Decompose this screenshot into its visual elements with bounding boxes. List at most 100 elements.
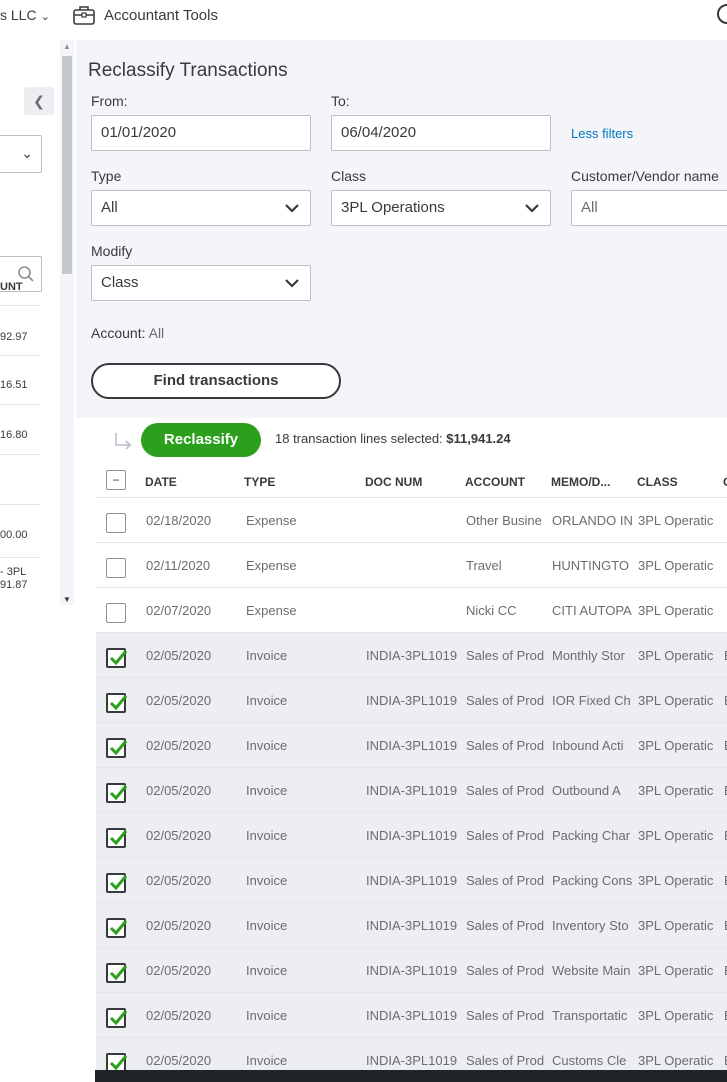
cell-doc: INDIA-3PL1019 <box>366 828 458 843</box>
table-row[interactable]: 02/07/2020 Expense Nicki CC CITI AUTOPA 3PL … <box>96 588 727 633</box>
row-checkbox[interactable] <box>106 693 128 713</box>
row-checkbox[interactable] <box>106 648 128 668</box>
cell-memo: Customs Cle <box>552 1053 627 1068</box>
table-row[interactable]: 02/05/2020 Invoice INDIA-3PL1019 Sales of P… <box>96 633 727 678</box>
cell-class: 3PL Operatic <box>638 783 714 798</box>
row-checkbox[interactable] <box>106 1008 128 1028</box>
column-account[interactable]: ACCOUNT <box>465 475 525 489</box>
row-checkbox[interactable] <box>106 918 128 938</box>
class-label: Class <box>331 168 367 184</box>
modify-select[interactable]: Class <box>91 265 311 301</box>
cell-memo: CITI AUTOPA <box>552 603 632 618</box>
column-class[interactable]: CLASS <box>637 475 678 489</box>
cell-doc: INDIA-3PL1019 <box>366 783 458 798</box>
left-scrollbar[interactable]: ▲ ▼ <box>60 40 74 605</box>
table-row[interactable]: 02/05/2020 Invoice INDIA-3PL1019 Sales of P… <box>96 903 727 948</box>
less-filters-link[interactable]: Less filters <box>571 126 633 141</box>
table-row[interactable]: 02/05/2020 Invoice INDIA-3PL1019 Sales of P… <box>96 813 727 858</box>
cell-type: Invoice <box>246 963 288 978</box>
collapse-button[interactable]: ❮ <box>24 87 54 115</box>
cell-account: Sales of Prod <box>466 1053 545 1068</box>
grid-toolbar: Reclassify 18 transaction lines selected… <box>76 418 727 462</box>
table-row[interactable]: 02/05/2020 Invoice INDIA-3PL1019 Sales of P… <box>96 948 727 993</box>
check-icon <box>109 740 128 756</box>
cell-account: Travel <box>466 558 502 573</box>
table-row[interactable]: 02/18/2020 Expense Other Busine ORLANDO IN 3… <box>96 498 727 543</box>
table-body: 02/18/2020 Expense Other Busine ORLANDO IN 3… <box>96 498 727 1082</box>
row-checkbox[interactable] <box>106 963 128 983</box>
left-row: 16.80 <box>0 404 40 454</box>
accountant-tools-button[interactable]: Accountant Tools <box>72 5 218 25</box>
cell-date: 02/05/2020 <box>146 693 212 708</box>
table-row[interactable]: 02/11/2020 Expense Travel HUNTINGTO 3PL Oper… <box>96 543 727 588</box>
help-icon[interactable] <box>717 4 727 24</box>
table-row[interactable]: 02/05/2020 Invoice INDIA-3PL1019 Sales of P… <box>96 858 727 903</box>
table-row[interactable]: 02/05/2020 Invoice INDIA-3PL1019 Sales of P… <box>96 723 727 768</box>
cell-doc: INDIA-3PL1019 <box>366 1053 458 1068</box>
bottom-bar <box>95 1070 727 1082</box>
chevron-down-icon <box>525 204 539 213</box>
row-checkbox[interactable] <box>106 828 128 848</box>
cell-account: Sales of Prod <box>466 918 545 933</box>
row-checkbox[interactable] <box>106 513 126 533</box>
customer-vendor-select[interactable]: All <box>571 190 727 226</box>
select-all-checkbox[interactable]: − <box>106 470 126 490</box>
table-row[interactable]: 02/05/2020 Invoice INDIA-3PL1019 Sales of P… <box>96 768 727 813</box>
find-transactions-button[interactable]: Find transactions <box>91 363 341 399</box>
check-icon <box>109 920 128 936</box>
table-row[interactable]: 02/05/2020 Invoice INDIA-3PL1019 Sales of P… <box>96 678 727 723</box>
cell-type: Invoice <box>246 828 288 843</box>
cell-class: 3PL Operatic <box>638 918 714 933</box>
from-date-field[interactable]: 01/01/2020 <box>91 115 311 151</box>
chevron-down-icon <box>285 279 299 288</box>
cell-memo: IOR Fixed Ch <box>552 693 631 708</box>
cell-memo: Inventory Sto <box>552 918 629 933</box>
column-doc-num[interactable]: DOC NUM <box>365 475 422 489</box>
cell-memo: ORLANDO IN <box>552 513 633 528</box>
cell-account: Sales of Prod <box>466 648 545 663</box>
check-icon <box>109 785 128 801</box>
cell-date: 02/05/2020 <box>146 963 212 978</box>
cell-account: Sales of Prod <box>466 783 545 798</box>
column-customer[interactable]: C <box>723 475 727 489</box>
row-checkbox[interactable] <box>106 558 126 578</box>
column-date[interactable]: DATE <box>145 475 177 489</box>
cell-type: Expense <box>246 603 297 618</box>
cell-class: 3PL Operatic <box>638 1053 714 1068</box>
cell-class: 3PL Operatic <box>638 963 714 978</box>
type-select[interactable]: All <box>91 190 311 226</box>
reclassify-button[interactable]: Reclassify <box>141 423 261 457</box>
cell-type: Invoice <box>246 1053 288 1068</box>
row-checkbox[interactable] <box>106 603 126 623</box>
row-checkbox[interactable] <box>106 783 128 803</box>
cell-class: 3PL Operatic <box>638 828 714 843</box>
company-switcher[interactable]: s LLC ⌄ <box>0 7 50 23</box>
to-date-field[interactable]: 06/04/2020 <box>331 115 551 151</box>
column-memo[interactable]: MEMO/D... <box>551 475 610 489</box>
column-type[interactable]: TYPE <box>244 475 275 489</box>
cell-account: Sales of Prod <box>466 873 545 888</box>
cell-class: 3PL Operatic <box>638 1008 714 1023</box>
cell-date: 02/05/2020 <box>146 918 212 933</box>
cell-type: Expense <box>246 513 297 528</box>
selection-summary: 18 transaction lines selected: $11,941.2… <box>275 431 511 446</box>
cell-memo: HUNTINGTO <box>552 558 630 573</box>
scrollbar-thumb[interactable] <box>62 56 72 274</box>
scroll-up-icon[interactable]: ▲ <box>63 42 71 51</box>
return-arrow-icon <box>115 433 132 450</box>
row-checkbox[interactable] <box>106 873 128 893</box>
type-label: Type <box>91 168 122 184</box>
scroll-down-icon[interactable]: ▼ <box>63 595 71 604</box>
cell-class: 3PL Operatic <box>638 738 714 753</box>
cell-date: 02/11/2020 <box>146 558 211 573</box>
cell-class: 3PL Operatic <box>638 513 714 528</box>
table-row[interactable]: 02/05/2020 Invoice INDIA-3PL1019 Sales of P… <box>96 993 727 1038</box>
table-header: − DATE TYPE DOC NUM ACCOUNT MEMO/D... CL… <box>96 462 727 498</box>
cell-memo: Transportatic <box>552 1008 628 1023</box>
cell-type: Invoice <box>246 1008 288 1023</box>
row-checkbox[interactable] <box>106 738 128 758</box>
class-select[interactable]: 3PL Operations <box>331 190 551 226</box>
cell-date: 02/05/2020 <box>146 873 212 888</box>
left-panel-select[interactable]: ⌄ <box>0 135 42 173</box>
cell-doc: INDIA-3PL1019 <box>366 963 458 978</box>
